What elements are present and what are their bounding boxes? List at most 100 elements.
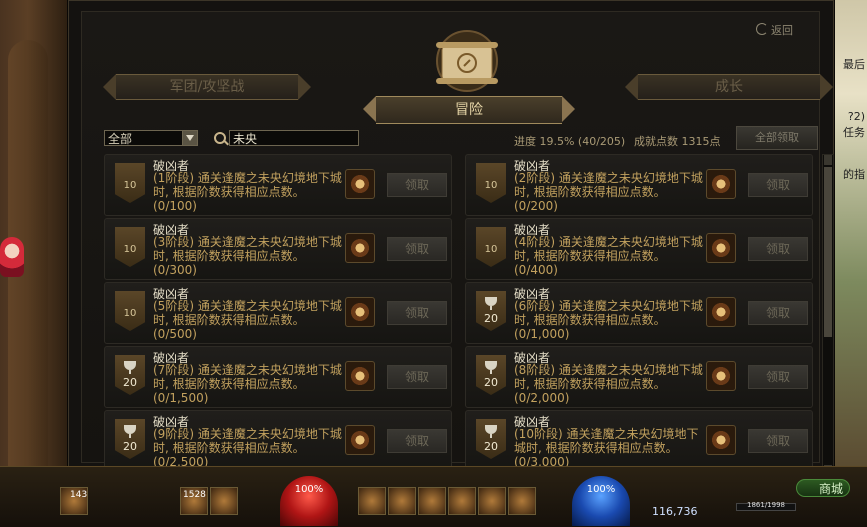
skill-slot[interactable] [508,487,536,515]
tab-legion[interactable]: 军团/攻坚战 [103,74,311,100]
slot-count: 1528 [183,490,206,500]
claim-button[interactable]: 领取 [748,173,808,197]
slot-count: 143 [70,490,88,500]
claim-button[interactable]: 领取 [387,237,447,261]
achievement-desc-text: (2阶段) 通关逢魔之未央幻境地下城时, 根据阶数获得相应点数。 [514,171,703,199]
scroll-up-arrow[interactable] [824,155,832,165]
achievement-desc-text: (9阶段) 通关逢魔之未央幻境地下城时, 根据阶数获得相应点数。 [153,427,342,455]
gold-amount: 116,736 [652,505,698,518]
achievement-count: (0/300) [153,263,197,277]
achievement-count: (0/400) [514,263,558,277]
back-label: 返回 [771,24,793,37]
achievement-desc-text: (3阶段) 通关逢魔之未央幻境地下城时, 根据阶数获得相应点数。 [153,235,342,263]
claim-all-button[interactable]: 全部领取 [736,126,818,150]
exp-bar: 1861/1998 [736,501,796,511]
claim-button[interactable]: 领取 [387,301,447,325]
scroll-thumb[interactable] [824,167,832,337]
achievement-desc: (10阶段) 通关逢魔之未央幻境地下城时, 根据阶数获得相应点数。 (0/3,00… [514,427,704,469]
achievement-card: 10 破凶者 (1阶段) 通关逢魔之未央幻境地下城时, 根据阶数获得相应点数。 (0/… [104,154,452,216]
claim-button[interactable]: 领取 [387,173,447,197]
trophy-icon [485,425,497,438]
trophy-badge-icon: 20 [476,355,506,395]
reward-icon[interactable] [345,425,375,455]
badge-value: 20 [484,440,498,453]
trophy-icon [124,425,136,438]
shop-button[interactable]: 商城 [796,479,850,497]
skill-slot[interactable] [418,487,446,515]
claim-button[interactable]: 领取 [748,429,808,453]
points-badge-icon: 10 [115,291,145,331]
search-icon [214,132,226,144]
claim-button[interactable]: 领取 [748,237,808,261]
reward-icon[interactable] [345,169,375,199]
achievement-card: 10 破凶者 (5阶段) 通关逢魔之未央幻境地下城时, 根据阶数获得相应点数。 (0/… [104,282,452,344]
reward-icon[interactable] [706,169,736,199]
scene-left-tree [0,0,70,470]
badge-value: 10 [123,308,137,319]
trophy-icon [124,361,136,374]
achievement-card: 10 破凶者 (4阶段) 通关逢魔之未央幻境地下城时, 根据阶数获得相应点数。 (0/… [465,218,813,280]
search-input[interactable] [229,130,359,146]
category-select-value: 全部 [108,132,133,146]
character-sprite [0,237,24,277]
skill-slot[interactable] [448,487,476,515]
achievement-count: (0/1,500) [153,391,209,405]
points-text: 成就点数 1315点 [634,135,721,148]
achievement-desc-text: (5阶段) 通关逢魔之未央幻境地下城时, 根据阶数获得相应点数。 [153,299,342,327]
badge-value: 10 [123,244,137,255]
chevron-down-icon[interactable] [182,131,197,145]
back-icon [756,23,768,35]
scrollbar[interactable] [822,154,834,476]
skill-slot[interactable] [210,487,238,515]
trophy-icon [485,297,497,310]
mp-orb: 100% [572,476,630,526]
points-badge-icon: 10 [476,163,506,203]
claim-button[interactable]: 领取 [387,365,447,389]
trophy-badge-icon: 20 [476,291,506,331]
achievement-count: (0/200) [514,199,558,213]
trophy-badge-icon: 20 [115,355,145,395]
reward-icon[interactable] [345,297,375,327]
reward-icon[interactable] [706,425,736,455]
claim-button[interactable]: 领取 [748,301,808,325]
category-select[interactable]: 全部 [104,130,198,146]
reward-icon[interactable] [345,361,375,391]
achievement-desc: (9阶段) 通关逢魔之未央幻境地下城时, 根据阶数获得相应点数。 (0/2,500… [153,427,343,469]
achievement-desc-text: (10阶段) 通关逢魔之未央幻境地下城时, 根据阶数获得相应点数。 [514,427,699,455]
tab-adventure[interactable]: 冒险 [363,96,575,124]
scene-text: 的指 [843,168,865,181]
skill-slot[interactable] [358,487,386,515]
mp-value: 100% [586,484,616,495]
skill-slot[interactable] [478,487,506,515]
trophy-icon [485,361,497,374]
claim-button[interactable]: 领取 [387,429,447,453]
badge-value: 20 [123,440,137,453]
reward-icon[interactable] [345,233,375,263]
achievement-desc: (3阶段) 通关逢魔之未央幻境地下城时, 根据阶数获得相应点数。 (0/300) [153,235,343,277]
reward-icon[interactable] [706,233,736,263]
badge-value: 20 [484,312,498,325]
points-badge-icon: 10 [115,227,145,267]
achievement-panel: 返回 军团/攻坚战 成长 冒险 全部 进度 19.5% (40/205) 成就点… [81,11,834,476]
trophy-badge-icon: 20 [476,419,506,459]
reward-icon[interactable] [706,361,736,391]
achievement-count: (0/100) [153,199,197,213]
achievement-desc-text: (4阶段) 通关逢魔之未央幻境地下城时, 根据阶数获得相应点数。 [514,235,703,263]
achievement-desc-text: (1阶段) 通关逢魔之未央幻境地下城时, 根据阶数获得相应点数。 [153,171,342,199]
achievement-card: 20 破凶者 (10阶段) 通关逢魔之未央幻境地下城时, 根据阶数获得相应点数。 (0… [465,410,813,472]
badge-value: 10 [484,180,498,191]
reward-icon[interactable] [706,297,736,327]
back-button[interactable]: 返回 [756,22,793,38]
tab-growth[interactable]: 成长 [625,74,833,100]
achievement-desc-text: (6阶段) 通关逢魔之未央幻境地下城时, 根据阶数获得相应点数。 [514,299,703,327]
achievement-desc: (7阶段) 通关逢魔之未央幻境地下城时, 根据阶数获得相应点数。 (0/1,500… [153,363,343,405]
points-badge-icon: 10 [476,227,506,267]
scene-text: 最后 [843,58,865,71]
skill-slot[interactable] [388,487,416,515]
claim-button[interactable]: 领取 [748,365,808,389]
achievement-window: 返回 军团/攻坚战 成长 冒险 全部 进度 19.5% (40/205) 成就点… [68,0,834,476]
badge-value: 20 [484,376,498,389]
achievement-desc-text: (7阶段) 通关逢魔之未央幻境地下城时, 根据阶数获得相应点数。 [153,363,342,391]
achievement-desc: (1阶段) 通关逢魔之未央幻境地下城时, 根据阶数获得相应点数。 (0/100) [153,171,343,213]
hp-value: 100% [294,484,324,495]
